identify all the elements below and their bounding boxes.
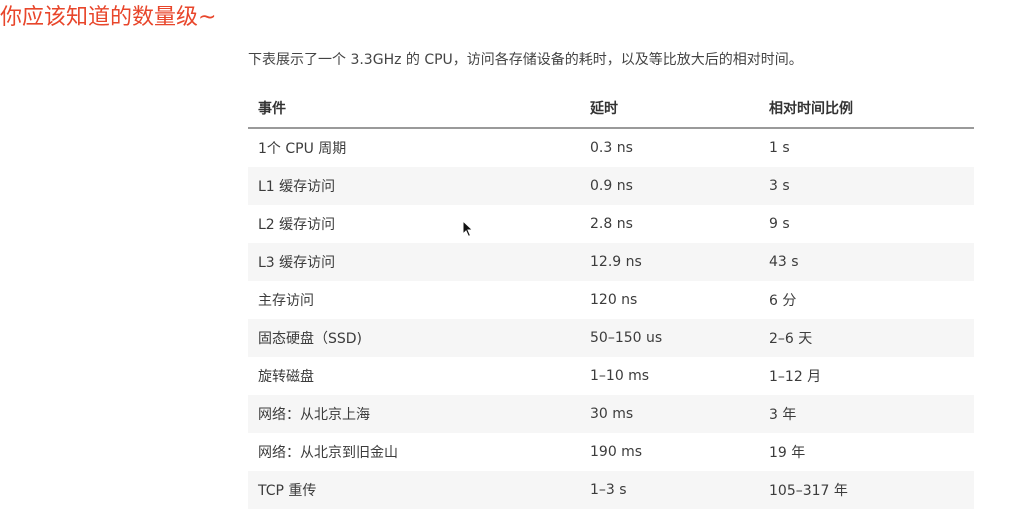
table-row: 1个 CPU 周期 0.3 ns 1 s: [248, 128, 974, 167]
cell-latency: 0.9 ns: [580, 167, 759, 205]
cell-latency: 0.3 ns: [590, 140, 633, 156]
table-row: TCP 重传 1–3 s 105–317 年: [248, 471, 974, 509]
table-row: 固态硬盘（SSD) 50–150 us 2–6 天: [248, 319, 974, 357]
cell-event: 网络：从北京上海: [248, 395, 580, 433]
table-row: 网络：从北京上海 30 ms 3 年: [248, 395, 974, 433]
cell-latency: 30 ms: [580, 395, 759, 433]
cell-latency: 1–3 s: [580, 471, 759, 509]
cell-relative-time: 43 s: [759, 243, 974, 281]
cell-latency: 190 ms: [590, 444, 643, 460]
cell-event: L3 缓存访问: [248, 243, 580, 281]
table-row: L2 缓存访问 2.8 ns 9 s: [248, 205, 974, 243]
table-row: 网络：从北京到旧金山 190 ms 19 年: [248, 433, 974, 471]
intro-text: 下表展示了一个 3.3GHz 的 CPU，访问各存储设备的耗时，以及等比放大后的…: [248, 52, 803, 68]
cell-event: 主存访问: [258, 293, 314, 309]
cell-event: 固态硬盘（SSD): [248, 319, 580, 357]
header-latency: 延时: [580, 88, 759, 129]
cell-relative-time: 19 年: [769, 445, 806, 461]
cell-relative-time: 2–6 天: [759, 319, 974, 357]
cell-relative-time: 105–317 年: [759, 471, 974, 509]
cell-latency: 120 ns: [590, 292, 638, 308]
cell-relative-time: 3 s: [759, 167, 974, 205]
cell-latency: 12.9 ns: [580, 243, 759, 281]
cell-latency: 2.8 ns: [590, 216, 633, 232]
cell-event: L2 缓存访问: [258, 217, 336, 233]
cell-latency: 1–10 ms: [590, 368, 650, 384]
cell-event: L1 缓存访问: [248, 167, 580, 205]
cell-relative-time: 3 年: [759, 395, 974, 433]
cell-relative-time: 1 s: [769, 140, 790, 156]
cell-event: 旋转磁盘: [258, 369, 314, 385]
cell-latency: 50–150 us: [580, 319, 759, 357]
table-row: 旋转磁盘 1–10 ms 1–12 月: [248, 357, 974, 395]
cell-event: 1个 CPU 周期: [258, 141, 347, 157]
mouse-pointer-icon: [462, 220, 474, 238]
cell-relative-time: 1–12 月: [769, 369, 822, 385]
cell-relative-time: 6 分: [769, 293, 797, 309]
header-relative-time: 相对时间比例: [759, 88, 974, 129]
table-header-row: 事件 延时 相对时间比例: [248, 88, 974, 129]
cell-relative-time: 9 s: [769, 216, 790, 232]
table-row: L1 缓存访问 0.9 ns 3 s: [248, 167, 974, 205]
cell-event: 网络：从北京到旧金山: [258, 445, 398, 461]
cell-event: TCP 重传: [248, 471, 580, 509]
slide-title: 你应该知道的数量级~: [0, 5, 217, 30]
header-event: 事件: [248, 88, 580, 129]
table-row: L3 缓存访问 12.9 ns 43 s: [248, 243, 974, 281]
table-row: 主存访问 120 ns 6 分: [248, 281, 974, 319]
latency-table: 事件 延时 相对时间比例 1个 CPU 周期 0.3 ns 1 s L1 缓存访…: [248, 88, 974, 509]
